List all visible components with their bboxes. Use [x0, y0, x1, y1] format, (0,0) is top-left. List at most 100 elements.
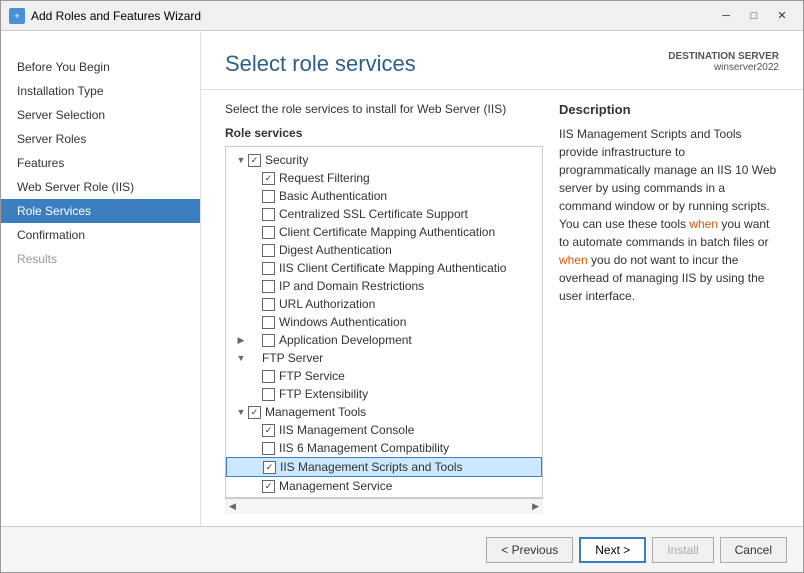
label-ftp-server: FTP Server	[262, 351, 323, 365]
tree-item-ftp-server[interactable]: ▼ FTP Server	[226, 349, 542, 367]
checkbox-iis-client-cert[interactable]	[262, 262, 275, 275]
checkbox-iis6-compat[interactable]	[262, 442, 275, 455]
tree-item-digest-auth[interactable]: Digest Authentication	[226, 241, 542, 259]
label-ip-domain: IP and Domain Restrictions	[279, 279, 424, 293]
expander-ftp-ext	[234, 387, 248, 401]
checkbox-app-dev[interactable]	[262, 334, 275, 347]
checkbox-client-cert[interactable]	[262, 226, 275, 239]
role-services-label: Role services	[225, 126, 543, 140]
checkbox-iis-mgmt-console[interactable]	[262, 424, 275, 437]
description-text: IIS Management Scripts and Tools provide…	[559, 125, 779, 305]
checkbox-security[interactable]	[248, 154, 261, 167]
checkbox-url-auth[interactable]	[262, 298, 275, 311]
title-bar-controls: ─ □ ✕	[713, 6, 795, 26]
sidebar-item-server-roles[interactable]: Server Roles	[1, 127, 200, 151]
install-button[interactable]: Install	[652, 537, 713, 563]
expander-digest-auth	[234, 243, 248, 257]
sidebar-item-installation-type[interactable]: Installation Type	[1, 79, 200, 103]
next-button[interactable]: Next >	[579, 537, 646, 563]
role-services-panel: Select the role services to install for …	[225, 102, 543, 514]
highlight-when-2: when	[559, 253, 588, 267]
sidebar-item-confirmation[interactable]: Confirmation	[1, 223, 200, 247]
tree-item-app-dev[interactable]: ▶ Application Development	[226, 331, 542, 349]
label-centralized-ssl: Centralized SSL Certificate Support	[279, 207, 468, 221]
destination-label: DESTINATION SERVER	[668, 51, 779, 62]
tree-item-mgmt-service[interactable]: Management Service	[226, 477, 542, 495]
checkbox-ftp-service[interactable]	[262, 370, 275, 383]
expander-centralized-ssl	[234, 207, 248, 221]
close-button[interactable]: ✕	[769, 6, 795, 26]
body-area: Select the role services to install for …	[201, 90, 803, 526]
title-bar: + Add Roles and Features Wizard ─ □ ✕	[1, 1, 803, 31]
tree-item-ip-domain[interactable]: IP and Domain Restrictions	[226, 277, 542, 295]
checkbox-centralized-ssl[interactable]	[262, 208, 275, 221]
checkbox-basic-auth[interactable]	[262, 190, 275, 203]
instruction-text: Select the role services to install for …	[225, 102, 543, 116]
scrollbar-area[interactable]: ◀ ▶	[225, 498, 543, 514]
label-windows-auth: Windows Authentication	[279, 315, 406, 329]
expander-ftp-server[interactable]: ▼	[234, 351, 248, 365]
sidebar-item-role-services[interactable]: Role Services	[1, 199, 200, 223]
expander-mgmt-tools[interactable]: ▼	[234, 405, 248, 419]
tree-item-ftp-ext[interactable]: FTP Extensibility	[226, 385, 542, 403]
expander-iis-client-cert	[234, 261, 248, 275]
sidebar: Before You Begin Installation Type Serve…	[1, 31, 201, 526]
label-ftp-ext: FTP Extensibility	[279, 387, 368, 401]
tree-item-iis-mgmt-console[interactable]: IIS Management Console	[226, 421, 542, 439]
label-security: Security	[265, 153, 308, 167]
sidebar-item-server-selection[interactable]: Server Selection	[1, 103, 200, 127]
expander-app-dev[interactable]: ▶	[234, 333, 248, 347]
expander-ftp-service	[234, 369, 248, 383]
checkbox-ip-domain[interactable]	[262, 280, 275, 293]
tree-item-centralized-ssl[interactable]: Centralized SSL Certificate Support	[226, 205, 542, 223]
window-title: Add Roles and Features Wizard	[31, 9, 201, 23]
label-basic-auth: Basic Authentication	[279, 189, 387, 203]
sidebar-item-results: Results	[1, 247, 200, 271]
tree-item-url-auth[interactable]: URL Authorization	[226, 295, 542, 313]
label-iis-client-cert: IIS Client Certificate Mapping Authentic…	[279, 261, 506, 275]
tree-item-client-cert[interactable]: Client Certificate Mapping Authenticatio…	[226, 223, 542, 241]
description-title: Description	[559, 102, 779, 117]
checkbox-digest-auth[interactable]	[262, 244, 275, 257]
expander-basic-auth	[234, 189, 248, 203]
sidebar-item-web-server-role[interactable]: Web Server Role (IIS)	[1, 175, 200, 199]
label-iis6-compat: IIS 6 Management Compatibility	[279, 441, 449, 455]
label-url-auth: URL Authorization	[279, 297, 375, 311]
scroll-right-icon[interactable]: ▶	[532, 501, 539, 512]
tree-container[interactable]: ▼ Security Request Filtering	[225, 146, 543, 498]
maximize-button[interactable]: □	[741, 6, 767, 26]
checkbox-ftp-ext[interactable]	[262, 388, 275, 401]
highlight-when-1: when	[689, 217, 718, 231]
checkbox-iis-scripts-tools[interactable]	[263, 461, 276, 474]
checkbox-mgmt-tools[interactable]	[248, 406, 261, 419]
label-app-dev: Application Development	[279, 333, 412, 347]
label-ftp-service: FTP Service	[279, 369, 345, 383]
description-panel: Description IIS Management Scripts and T…	[559, 102, 779, 514]
tree-item-basic-auth[interactable]: Basic Authentication	[226, 187, 542, 205]
tree-item-mgmt-tools[interactable]: ▼ Management Tools	[226, 403, 542, 421]
checkbox-request-filtering[interactable]	[262, 172, 275, 185]
tree-item-iis-scripts-tools[interactable]: IIS Management Scripts and Tools	[226, 457, 542, 477]
checkbox-windows-auth[interactable]	[262, 316, 275, 329]
expander-iis-scripts-tools	[235, 460, 249, 474]
tree-item-iis6-compat[interactable]: IIS 6 Management Compatibility	[226, 439, 542, 457]
previous-button[interactable]: < Previous	[486, 537, 573, 563]
expander-iis6-compat	[234, 441, 248, 455]
sidebar-header	[1, 31, 200, 55]
tree-item-windows-auth[interactable]: Windows Authentication	[226, 313, 542, 331]
expander-security[interactable]: ▼	[234, 153, 248, 167]
sidebar-item-before-you-begin[interactable]: Before You Begin	[1, 55, 200, 79]
checkbox-mgmt-service[interactable]	[262, 480, 275, 493]
minimize-button[interactable]: ─	[713, 6, 739, 26]
tree-item-security[interactable]: ▼ Security	[226, 151, 542, 169]
sidebar-item-features[interactable]: Features	[1, 151, 200, 175]
label-digest-auth: Digest Authentication	[279, 243, 392, 257]
tree-item-ftp-service[interactable]: FTP Service	[226, 367, 542, 385]
expander-ip-domain	[234, 279, 248, 293]
tree-item-iis-client-cert[interactable]: IIS Client Certificate Mapping Authentic…	[226, 259, 542, 277]
cancel-button[interactable]: Cancel	[720, 537, 787, 563]
expander-mgmt-service	[234, 479, 248, 493]
tree-scroll-inner: ▼ Security Request Filtering	[226, 147, 542, 498]
scroll-left-icon[interactable]: ◀	[229, 501, 236, 512]
tree-item-request-filtering[interactable]: Request Filtering	[226, 169, 542, 187]
